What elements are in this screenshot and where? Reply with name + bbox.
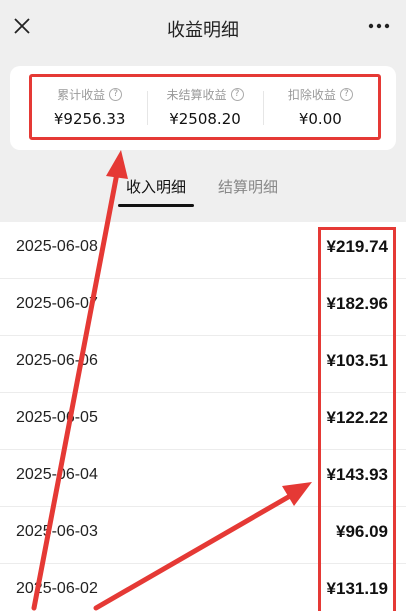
tab-income-details[interactable]: 收入明细 — [126, 176, 186, 197]
stat-unsettled-earnings: 未结算收益 ? ¥2508.20 — [147, 77, 262, 137]
row-date: 2025-06-08 — [16, 238, 98, 255]
amount-highlight-box — [318, 227, 396, 611]
stat-total-earnings: 累计收益 ? ¥9256.33 — [32, 77, 147, 137]
row-date: 2025-06-02 — [16, 580, 98, 597]
row-date: 2025-06-06 — [16, 352, 98, 369]
stat-value: ¥0.00 — [298, 110, 342, 128]
active-tab-indicator — [118, 204, 194, 207]
more-icon[interactable] — [366, 14, 392, 38]
help-icon[interactable]: ? — [230, 88, 244, 101]
stat-deducted-earnings: 扣除收益 ? ¥0.00 — [262, 77, 378, 137]
help-icon[interactable]: ? — [339, 88, 353, 101]
page-title: 收益明细 — [167, 20, 239, 41]
row-date: 2025-06-05 — [16, 409, 98, 426]
tab-bar: 收入明细 结算明细 — [0, 168, 406, 208]
help-icon[interactable]: ? — [109, 88, 123, 101]
stat-label: 累计收益 — [57, 88, 106, 102]
row-date: 2025-06-03 — [16, 523, 98, 540]
row-date: 2025-06-07 — [16, 295, 98, 312]
top-nav-bar: 收益明细 — [0, 0, 406, 56]
summary-highlight-box: 累计收益 ? ¥9256.33 未结算收益 ? ¥2508.20 扣除收益 ? … — [29, 74, 381, 140]
tab-settlement-details[interactable]: 结算明细 — [218, 176, 278, 197]
earnings-summary-card: 累计收益 ? ¥9256.33 未结算收益 ? ¥2508.20 扣除收益 ? … — [10, 66, 396, 150]
stat-value: ¥2508.20 — [169, 110, 241, 128]
stat-label: 扣除收益 — [287, 88, 336, 102]
row-date: 2025-06-04 — [16, 466, 98, 483]
stat-label: 未结算收益 — [166, 88, 227, 102]
stat-value: ¥9256.33 — [53, 110, 126, 128]
